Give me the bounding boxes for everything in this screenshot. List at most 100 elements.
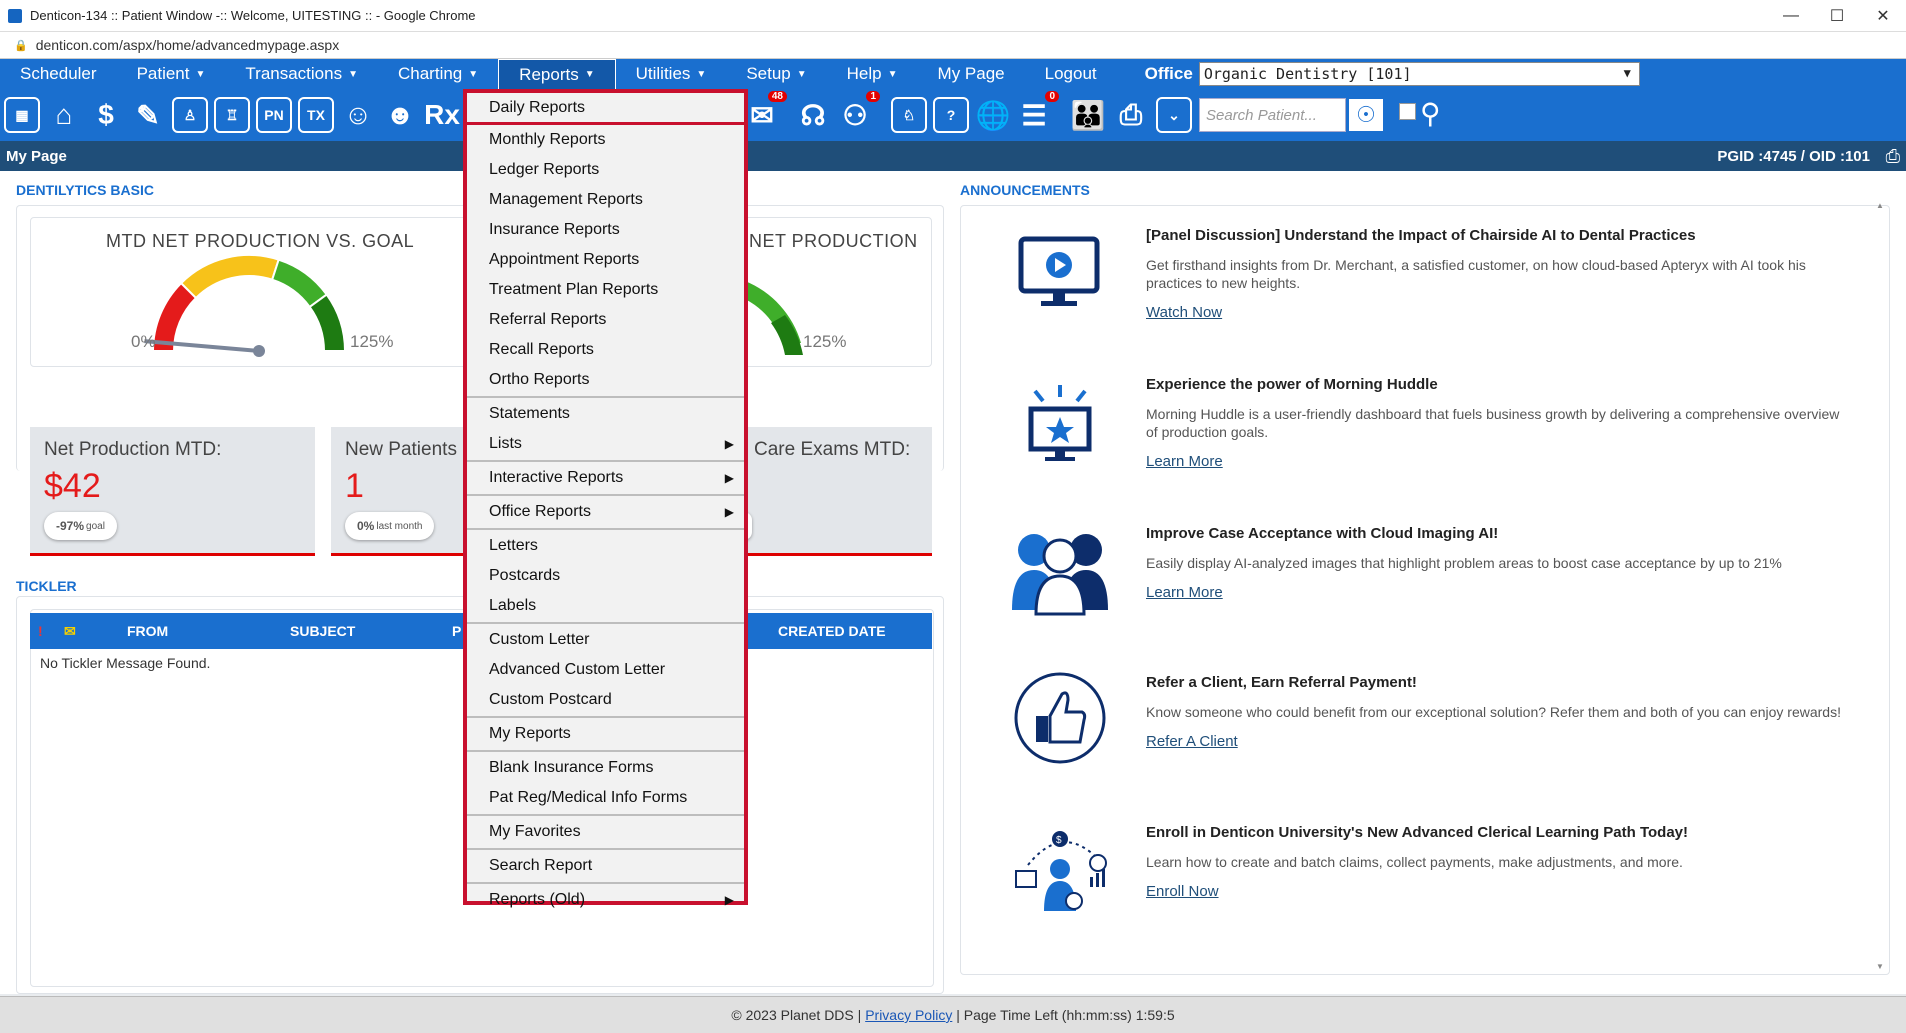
announcements-section-label: ANNOUNCEMENTS	[960, 182, 1090, 198]
minimize-icon[interactable]: —	[1768, 0, 1814, 32]
scroll-up-icon[interactable]: ▲	[1876, 201, 1884, 210]
chevron-down-icon: ▼	[796, 68, 807, 80]
menu-item-custom-letter[interactable]: Custom Letter	[467, 625, 744, 655]
globe-icon[interactable]: 🌐	[975, 97, 1011, 133]
menu-item-custom-postcard[interactable]: Custom Postcard	[467, 685, 744, 715]
gauge-card-net: NET PRODUCTION 125%	[744, 217, 932, 367]
menu-item-treatment-plan-reports[interactable]: Treatment Plan Reports	[467, 275, 744, 305]
announcements-scrollbar[interactable]: ▲ ▼	[1876, 201, 1886, 971]
learner-icon: $	[1010, 820, 1110, 920]
print-icon[interactable]: ⎙	[1113, 97, 1149, 133]
office-select[interactable]: Organic Dentistry [101] ▼	[1198, 62, 1640, 86]
support-icon[interactable]: ☊	[795, 97, 831, 133]
menu-item-recall-reports[interactable]: Recall Reports	[467, 335, 744, 365]
reports-dropdown-menu: Daily Reports Monthly Reports Ledger Repor…	[463, 89, 748, 908]
col-subject[interactable]: SUBJECT	[290, 623, 355, 639]
nav-reports[interactable]: Reports ▼	[498, 59, 616, 89]
nav-scheduler[interactable]: Scheduler	[0, 59, 117, 89]
col-priority[interactable]: P	[452, 623, 461, 639]
privacy-policy-link[interactable]: Privacy Policy	[865, 1007, 952, 1023]
announcement-link[interactable]: Learn More	[1146, 453, 1223, 470]
announcement-link[interactable]: Learn More	[1146, 584, 1223, 601]
menu-item-my-reports[interactable]: My Reports	[467, 719, 744, 749]
menu-item-appointment-reports[interactable]: Appointment Reports	[467, 245, 744, 275]
menu-divider	[467, 528, 744, 530]
menu-item-insurance-reports[interactable]: Insurance Reports	[467, 215, 744, 245]
advanced-search-icon[interactable]: ⚲	[1420, 97, 1441, 130]
tooth-outline-icon[interactable]: ♘	[891, 97, 927, 133]
col-created-date[interactable]: CREATED DATE	[778, 623, 886, 639]
menu-item-labels[interactable]: Labels	[467, 591, 744, 621]
menu-item-ortho-reports[interactable]: Ortho Reports	[467, 365, 744, 395]
search-patient-input[interactable]: Search Patient...	[1199, 98, 1346, 132]
menu-item-daily-reports[interactable]: Daily Reports	[467, 93, 744, 125]
help-book-icon[interactable]: ?	[933, 97, 969, 133]
menu-item-postcards[interactable]: Postcards	[467, 561, 744, 591]
calendar-icon[interactable]: ▦	[4, 97, 40, 133]
nav-logout[interactable]: Logout	[1025, 59, 1117, 89]
patient-search-icon[interactable]: ☉	[1347, 97, 1385, 133]
dollar-icon[interactable]: $	[88, 97, 124, 133]
maximize-icon[interactable]: ☐	[1814, 0, 1860, 32]
address-bar[interactable]: 🔒 denticon.com/aspx/home/advancedmypage.…	[0, 32, 1906, 59]
tooth-x-icon[interactable]: ♖	[214, 97, 250, 133]
documents-icon[interactable]: ☰ 0	[1017, 91, 1059, 133]
menu-item-pat-reg-medical-info-forms[interactable]: Pat Reg/Medical Info Forms	[467, 783, 744, 813]
announcement-link[interactable]: Enroll Now	[1146, 883, 1219, 900]
nav-patient[interactable]: Patient ▼	[117, 59, 226, 89]
rx-icon[interactable]: Rx	[424, 97, 460, 133]
menu-item-interactive-reports[interactable]: Interactive Reports ▶	[467, 463, 744, 493]
nav-transactions[interactable]: Transactions ▼	[225, 59, 378, 89]
scroll-down-icon[interactable]: ▼	[1876, 962, 1884, 971]
expand-down-icon[interactable]: ⌄	[1156, 97, 1192, 133]
pencil-chart-icon[interactable]: ✎	[130, 97, 166, 133]
submenu-arrow-icon: ▶	[724, 893, 734, 907]
add-patient-icon[interactable]: ☺	[340, 97, 376, 133]
nav-charting[interactable]: Charting ▼	[378, 59, 498, 89]
printer-icon[interactable]: ⎙	[1886, 146, 1900, 167]
announcement-title: [Panel Discussion] Understand the Impact…	[1146, 227, 1696, 244]
menu-item-referral-reports[interactable]: Referral Reports	[467, 305, 744, 335]
add-family-icon[interactable]: ☻	[382, 97, 418, 133]
nav-my-page[interactable]: My Page	[918, 59, 1025, 89]
monitor-star-icon	[1010, 372, 1110, 472]
nav-setup[interactable]: Setup ▼	[726, 59, 826, 89]
menu-divider	[467, 848, 744, 850]
col-from[interactable]: FROM	[127, 623, 168, 639]
menu-item-lists[interactable]: Lists ▶	[467, 429, 744, 459]
submenu-arrow-icon: ▶	[724, 505, 734, 519]
home-icon[interactable]: ⌂	[46, 97, 82, 133]
messages-icon[interactable]: ✉ 48	[745, 91, 787, 133]
tooth-icon[interactable]: ♙	[172, 97, 208, 133]
menu-item-letters[interactable]: Letters	[467, 531, 744, 561]
pn-icon[interactable]: PN	[256, 97, 292, 133]
menu-item-management-reports[interactable]: Management Reports	[467, 185, 744, 215]
menu-item-ledger-reports[interactable]: Ledger Reports	[467, 155, 744, 185]
app-logo-icon	[8, 8, 22, 23]
search-checkbox[interactable]	[1399, 103, 1416, 120]
page-title: My Page	[6, 147, 67, 165]
nav-help[interactable]: Help ▼	[827, 59, 918, 89]
tx-icon[interactable]: TX	[298, 97, 334, 133]
menu-divider	[467, 716, 744, 718]
menu-item-advanced-custom-letter[interactable]: Advanced Custom Letter	[467, 655, 744, 685]
menu-item-office-reports[interactable]: Office Reports ▶	[467, 497, 744, 527]
menu-item-search-report[interactable]: Search Report	[467, 851, 744, 881]
menu-item-reports-old[interactable]: Reports (Old) ▶	[467, 885, 744, 915]
announcement-link[interactable]: Watch Now	[1146, 304, 1222, 321]
alerts-icon[interactable]: ⚇ 1	[838, 91, 880, 133]
family-icon[interactable]: 👪	[1070, 97, 1106, 133]
announcement-item: [Panel Discussion] Understand the Impact…	[1146, 227, 1846, 322]
nav-utilities[interactable]: Utilities ▼	[616, 59, 727, 89]
documents-badge: 0	[1045, 91, 1059, 102]
menu-item-blank-insurance-forms[interactable]: Blank Insurance Forms	[467, 753, 744, 783]
messages-badge: 48	[767, 91, 787, 102]
announcement-item: Refer a Client, Earn Referral Payment! Kn…	[1146, 674, 1846, 751]
close-icon[interactable]: ✕	[1860, 0, 1906, 32]
menu-item-monthly-reports[interactable]: Monthly Reports	[467, 125, 744, 155]
announcement-link[interactable]: Refer A Client	[1146, 733, 1238, 750]
menu-divider	[467, 882, 744, 884]
menu-item-my-favorites[interactable]: My Favorites	[467, 817, 744, 847]
menu-item-statements[interactable]: Statements	[467, 399, 744, 429]
announcement-item: Improve Case Acceptance with Cloud Imagi…	[1146, 525, 1846, 602]
